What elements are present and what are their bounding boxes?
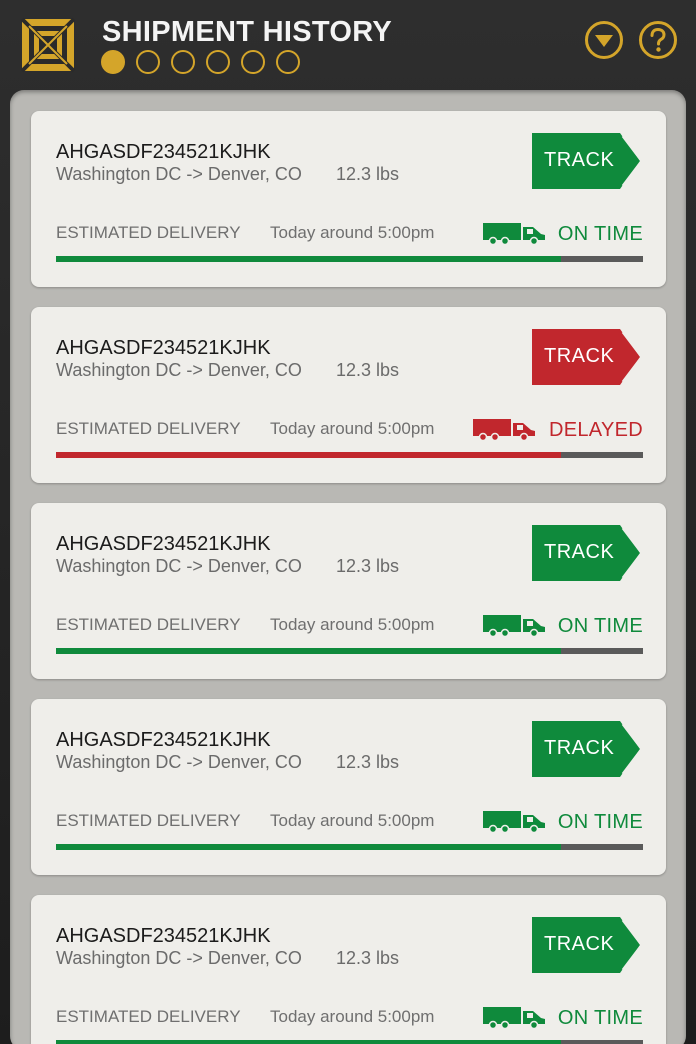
page-dot[interactable] <box>101 50 125 74</box>
estimated-delivery-label: ESTIMATED DELIVERY <box>56 419 241 438</box>
delivery-status: DELAYED <box>549 419 643 441</box>
truck-icon <box>473 419 535 441</box>
app-header: SHIPMENT HISTORY <box>0 0 696 92</box>
track-button[interactable]: TRACK <box>532 525 644 581</box>
estimated-delivery-label: ESTIMATED DELIVERY <box>56 615 241 634</box>
truck-icon <box>483 223 545 245</box>
estimated-delivery-label: ESTIMATED DELIVERY <box>56 223 241 242</box>
shipment-history-screen: SHIPMENT HISTORY AHGASDF234521KJHK Washi… <box>0 0 696 1044</box>
page-indicator <box>101 50 300 76</box>
delivery-progress-bar <box>56 1040 643 1044</box>
track-button-label: TRACK <box>544 149 615 171</box>
truck-icon <box>483 615 545 637</box>
estimated-delivery-time: Today around 5:00pm <box>270 1007 435 1026</box>
shipment-weight: 12.3 lbs <box>336 948 400 968</box>
page-dot[interactable] <box>136 50 160 74</box>
truck-icon <box>483 811 545 833</box>
estimated-delivery-time: Today around 5:00pm <box>270 615 435 634</box>
progress-fill <box>56 256 561 262</box>
shipment-route: Washington DC -> Denver, CO <box>56 164 302 184</box>
chevron-down-circle-icon[interactable] <box>584 20 624 60</box>
shipment-list[interactable]: AHGASDF234521KJHK Washington DC -> Denve… <box>10 90 686 1044</box>
track-button-label: TRACK <box>544 933 615 955</box>
track-button-label: TRACK <box>544 541 615 563</box>
delivery-progress-bar <box>56 452 643 458</box>
shipment-route: Washington DC -> Denver, CO <box>56 556 302 576</box>
tracking-number: AHGASDF234521KJHK <box>56 925 271 947</box>
tracking-number: AHGASDF234521KJHK <box>56 729 271 751</box>
delivery-progress-bar <box>56 844 643 850</box>
progress-fill <box>56 648 561 654</box>
estimated-delivery-label: ESTIMATED DELIVERY <box>56 1007 241 1026</box>
shipment-card: AHGASDF234521KJHK Washington DC -> Denve… <box>31 699 666 875</box>
delivery-status: ON TIME <box>557 1007 643 1029</box>
shipment-route: Washington DC -> Denver, CO <box>56 360 302 380</box>
track-button[interactable]: TRACK <box>532 917 644 973</box>
shipment-route: Washington DC -> Denver, CO <box>56 752 302 772</box>
delivery-progress-bar <box>56 648 643 654</box>
track-button-label: TRACK <box>544 737 615 759</box>
progress-fill <box>56 844 561 850</box>
delivery-status: ON TIME <box>557 615 643 637</box>
shipment-weight: 12.3 lbs <box>336 360 400 380</box>
delivery-status: ON TIME <box>557 223 643 245</box>
page-dot[interactable] <box>171 50 195 74</box>
track-button-label: TRACK <box>544 345 615 367</box>
estimated-delivery-time: Today around 5:00pm <box>270 811 435 830</box>
track-button[interactable]: TRACK <box>532 329 644 385</box>
estimated-delivery-label: ESTIMATED DELIVERY <box>56 811 241 830</box>
shipment-card: AHGASDF234521KJHK Washington DC -> Denve… <box>31 503 666 679</box>
delivery-status: ON TIME <box>557 811 643 833</box>
question-circle-icon[interactable] <box>638 20 678 60</box>
shipment-card: AHGASDF234521KJHK Washington DC -> Denve… <box>31 111 666 287</box>
estimated-delivery-time: Today around 5:00pm <box>270 419 435 438</box>
track-button[interactable]: TRACK <box>532 721 644 777</box>
truck-icon <box>483 1007 545 1029</box>
estimated-delivery-time: Today around 5:00pm <box>270 223 435 242</box>
shipment-weight: 12.3 lbs <box>336 556 400 576</box>
shipment-card: AHGASDF234521KJHK Washington DC -> Denve… <box>31 307 666 483</box>
page-dot[interactable] <box>206 50 230 74</box>
tracking-number: AHGASDF234521KJHK <box>56 141 271 163</box>
shipment-card: AHGASDF234521KJHK Washington DC -> Denve… <box>31 895 666 1044</box>
page-dot[interactable] <box>276 50 300 74</box>
page-title: SHIPMENT HISTORY <box>102 16 392 48</box>
shipment-weight: 12.3 lbs <box>336 164 400 184</box>
tracking-number: AHGASDF234521KJHK <box>56 533 271 555</box>
progress-fill <box>56 452 561 458</box>
shipment-route: Washington DC -> Denver, CO <box>56 948 302 968</box>
tracking-number: AHGASDF234521KJHK <box>56 337 271 359</box>
shipment-weight: 12.3 lbs <box>336 752 400 772</box>
box-logo-icon[interactable] <box>20 17 76 73</box>
delivery-progress-bar <box>56 256 643 262</box>
progress-fill <box>56 1040 561 1044</box>
track-button[interactable]: TRACK <box>532 133 644 189</box>
page-dot[interactable] <box>241 50 265 74</box>
